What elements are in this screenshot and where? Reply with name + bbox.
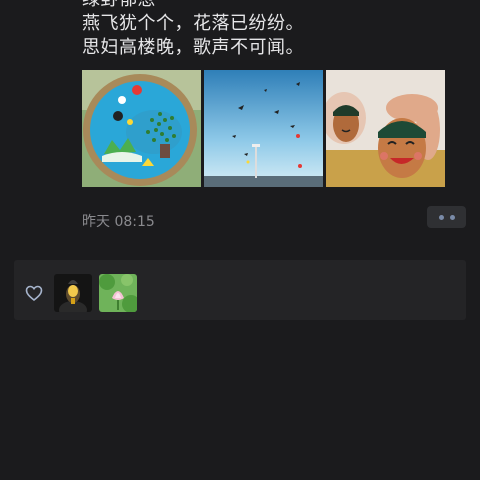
photo-painted-plate[interactable] (82, 70, 201, 187)
painted-plate-image (82, 70, 201, 187)
photo-kites[interactable] (204, 70, 323, 187)
liker-avatar[interactable] (54, 274, 92, 312)
avatar-lotus (99, 274, 137, 312)
avatar-dark (54, 274, 92, 312)
more-dot (449, 214, 455, 220)
poem-line: 燕飞犹个个，花落已纷纷。 (82, 13, 304, 34)
more-dot (438, 214, 444, 220)
photo-painted-eggs[interactable] (326, 70, 445, 187)
poem-line: 思妇高楼晚，歌声不可闻。 (82, 37, 304, 58)
heart-outline-icon (25, 285, 43, 301)
kites-sky-image (204, 70, 323, 187)
photo-grid (82, 70, 445, 187)
more-options-button[interactable] (427, 206, 466, 228)
post-text: 绿野郁葱 燕飞犹个个，花落已纷纷。 思妇高楼晚，歌声不可闻。 (82, 0, 462, 60)
poem-line: 绿野郁葱 (82, 0, 462, 12)
post-timestamp: 昨天 08:15 (82, 214, 155, 230)
moments-feed: 绿野郁葱 燕飞犹个个，花落已纷纷。 思妇高楼晚，歌声不可闻。 (0, 0, 480, 480)
likes-panel (14, 260, 466, 320)
liker-avatar[interactable] (99, 274, 137, 312)
painted-eggs-image (326, 70, 445, 187)
